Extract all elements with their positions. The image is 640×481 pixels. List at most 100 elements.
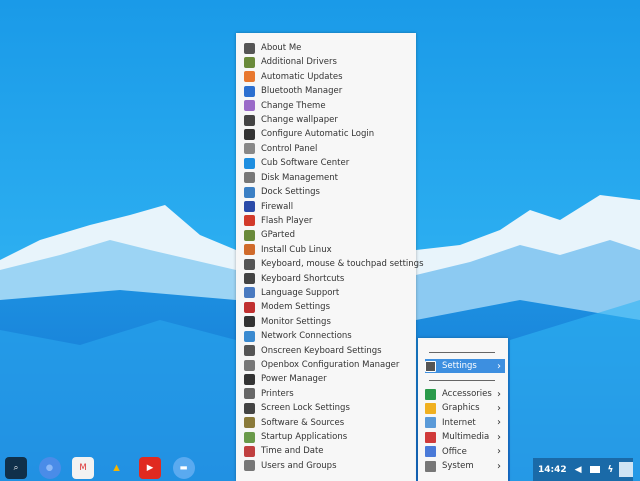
- menu-item[interactable]: Disk Management: [244, 171, 412, 185]
- app-icon: [244, 445, 255, 457]
- app-icon: [244, 85, 255, 97]
- drive-icon[interactable]: ▲: [106, 457, 128, 479]
- category-settings[interactable]: Settings ›: [425, 359, 505, 373]
- app-icon: [244, 128, 255, 140]
- menu-item-label: Install Cub Linux: [261, 244, 332, 255]
- category-system[interactable]: System ›: [425, 459, 505, 473]
- menu-item[interactable]: Users and Groups: [244, 459, 412, 473]
- menu-item[interactable]: Openbox Configuration Manager: [244, 358, 412, 372]
- system-icon: [425, 460, 436, 472]
- accessories-icon: [425, 388, 436, 400]
- menu-item[interactable]: Change Theme: [244, 99, 412, 113]
- category-menu: Settings › Accessories › Graphics › Internet…: [418, 338, 508, 481]
- category-accessories[interactable]: Accessories ›: [425, 387, 505, 401]
- chevron-right-icon: ›: [497, 417, 501, 429]
- menu-item-label: Additional Drivers: [261, 57, 337, 68]
- app-icon: [244, 56, 255, 68]
- menu-item-label: Openbox Configuration Manager: [261, 360, 400, 371]
- gmail-icon[interactable]: M: [72, 457, 94, 479]
- category-office[interactable]: Office ›: [425, 445, 505, 459]
- menu-item[interactable]: Keyboard Shortcuts: [244, 272, 412, 286]
- menu-item[interactable]: GParted: [244, 228, 412, 242]
- app-icon: [244, 244, 255, 256]
- app-icon: [244, 388, 255, 400]
- files-icon[interactable]: ▬: [172, 457, 195, 479]
- user-avatar-icon[interactable]: [619, 462, 633, 477]
- menu-item[interactable]: Configure Automatic Login: [244, 127, 412, 141]
- chevron-right-icon: ›: [497, 360, 501, 372]
- menu-item[interactable]: Power Manager: [244, 372, 412, 386]
- menu-item-label: Software & Sources: [261, 417, 345, 428]
- category-label: Internet: [442, 417, 476, 428]
- app-icon: [244, 215, 255, 227]
- app-icon: [244, 345, 255, 357]
- menu-item-label: Flash Player: [261, 215, 313, 226]
- power-icon[interactable]: ϟ: [607, 465, 613, 475]
- menu-item-label: Screen Lock Settings: [261, 403, 350, 414]
- menu-item[interactable]: Control Panel: [244, 142, 412, 156]
- category-graphics[interactable]: Graphics ›: [425, 401, 505, 415]
- app-icon: [244, 229, 255, 241]
- menu-item[interactable]: Dock Settings: [244, 185, 412, 199]
- volume-icon[interactable]: ◀: [575, 465, 582, 475]
- menu-item[interactable]: Install Cub Linux: [244, 243, 412, 257]
- category-label: Multimedia: [442, 432, 490, 443]
- menu-item[interactable]: Time and Date: [244, 444, 412, 458]
- menu-item-label: Language Support: [261, 287, 340, 298]
- menu-item[interactable]: About Me: [244, 41, 412, 55]
- menu-item-label: Time and Date: [261, 446, 324, 457]
- settings-icon: [425, 360, 436, 372]
- menu-item[interactable]: Automatic Updates: [244, 70, 412, 84]
- menu-item[interactable]: Language Support: [244, 286, 412, 300]
- menu-item[interactable]: Startup Applications: [244, 430, 412, 444]
- menu-item-label: Control Panel: [261, 143, 318, 154]
- chrome-icon[interactable]: ●: [38, 457, 61, 479]
- chevron-right-icon: ›: [497, 446, 501, 458]
- menu-item-label: Disk Management: [261, 172, 338, 183]
- app-icon: [244, 316, 255, 328]
- app-icon: [244, 287, 255, 299]
- menu-item[interactable]: Cub Software Center: [244, 156, 412, 170]
- menu-item[interactable]: Printers: [244, 387, 412, 401]
- category-multimedia[interactable]: Multimedia ›: [425, 430, 505, 444]
- menu-item[interactable]: Bluetooth Manager: [244, 84, 412, 98]
- app-icon: [244, 273, 255, 285]
- youtube-icon[interactable]: ▶: [139, 457, 161, 479]
- menu-item-label: Configure Automatic Login: [261, 129, 375, 140]
- category-label: Accessories: [442, 389, 492, 399]
- menu-item[interactable]: Screen Lock Settings: [244, 401, 412, 415]
- menu-item-label: Dock Settings: [261, 187, 320, 198]
- app-icon: [244, 258, 255, 270]
- menu-item[interactable]: Monitor Settings: [244, 315, 412, 329]
- network-icon[interactable]: [589, 466, 601, 473]
- menu-item[interactable]: Network Connections: [244, 329, 412, 343]
- menu-item-label: Network Connections: [261, 331, 352, 342]
- app-icon: [244, 186, 255, 198]
- menu-item-label: About Me: [261, 43, 302, 53]
- menu-item-label: Bluetooth Manager: [261, 86, 343, 97]
- app-icon: [244, 359, 255, 371]
- menu-item[interactable]: Software & Sources: [244, 416, 412, 430]
- menu-item[interactable]: Additional Drivers: [244, 55, 412, 69]
- category-internet[interactable]: Internet ›: [425, 416, 505, 430]
- menu-item-label: Users and Groups: [261, 460, 337, 471]
- menu-item[interactable]: Modem Settings: [244, 300, 412, 314]
- app-icon: [244, 373, 255, 385]
- app-icon: [244, 114, 255, 126]
- app-icon: [244, 71, 255, 83]
- menu-item[interactable]: Keyboard, mouse & touchpad settings: [244, 257, 424, 271]
- menu-item-label: Automatic Updates: [261, 71, 343, 82]
- menu-item-label: Firewall: [261, 201, 294, 212]
- app-icon: [244, 201, 255, 212]
- search-icon[interactable]: ⌕: [5, 457, 27, 479]
- clock[interactable]: 14:42: [538, 465, 567, 475]
- menu-item-label: Change wallpaper: [261, 115, 338, 126]
- app-icon: [244, 172, 255, 184]
- menu-item[interactable]: Firewall: [244, 200, 412, 214]
- menu-item-label: Power Manager: [261, 374, 327, 385]
- menu-item[interactable]: Onscreen Keyboard Settings: [244, 344, 412, 358]
- menu-item[interactable]: Change wallpaper: [244, 113, 412, 127]
- app-icon: [244, 330, 255, 342]
- menu-item[interactable]: Flash Player: [244, 214, 412, 228]
- menu-item-label: Startup Applications: [261, 432, 348, 443]
